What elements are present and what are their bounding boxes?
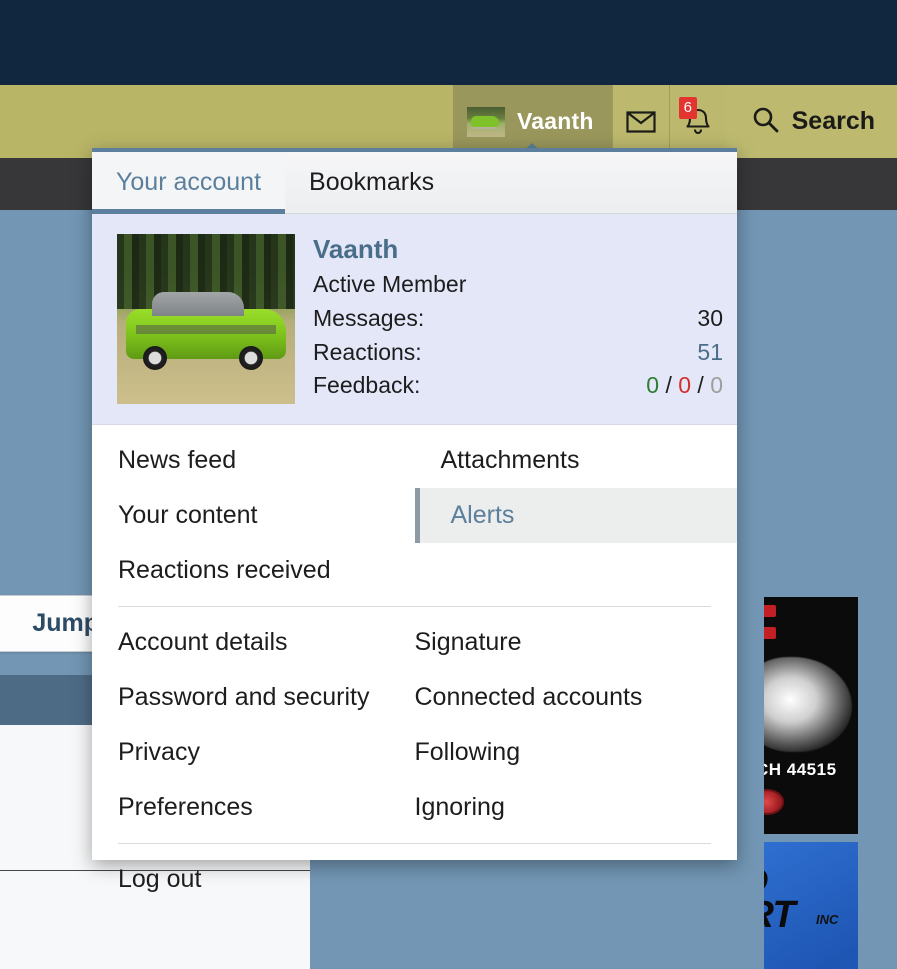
menu-item-attachments[interactable]: Attachments xyxy=(415,433,738,488)
tab-bookmarks[interactable]: Bookmarks xyxy=(285,152,458,213)
search-icon xyxy=(752,106,779,138)
menu-item-account-details[interactable]: Account details xyxy=(118,615,415,670)
ad-seal-icon xyxy=(764,789,784,815)
messages-value: 30 xyxy=(697,305,723,331)
user-avatar-car-thumbnail xyxy=(466,106,505,137)
avatar-car-wheel xyxy=(143,346,167,370)
profile-messages-row: Messages: 30 xyxy=(313,302,723,336)
feedback-negative: 0 xyxy=(678,372,692,399)
profile-feedback-row: Feedback: 0 / 0 / 0 xyxy=(313,369,723,403)
menu-item-empty xyxy=(415,852,712,907)
profile-user-title: Active Member xyxy=(313,271,467,297)
menu-item-connected-accounts[interactable]: Connected accounts xyxy=(415,670,712,725)
feedback-neutral: 0 xyxy=(710,372,723,399)
tab-your-account[interactable]: Your account xyxy=(92,152,286,214)
menu-item-alerts[interactable]: Alerts xyxy=(414,488,737,543)
top-dark-band xyxy=(0,0,897,85)
feedback-label: Feedback: xyxy=(313,372,421,399)
reactions-value: 51 xyxy=(697,338,723,365)
search-label: Search xyxy=(791,107,875,135)
menu-row: Log out xyxy=(118,852,711,907)
menu-tabbar: Your account Bookmarks xyxy=(92,152,737,214)
sidebar-ad-blue[interactable]: D ORT INC NG ARS xyxy=(764,842,858,969)
avatar-car-wheel xyxy=(239,346,263,370)
menu-item-privacy[interactable]: Privacy xyxy=(118,725,415,780)
profile-summary: Vaanth Active Member Messages: 30 Reacti… xyxy=(92,214,737,425)
menu-row: News feed Attachments xyxy=(92,433,737,488)
ad-chip xyxy=(764,605,776,617)
alerts-count-badge: 6 xyxy=(678,97,697,119)
menu-item-preferences[interactable]: Preferences xyxy=(118,780,415,835)
profile-username[interactable]: Vaanth xyxy=(313,234,723,265)
account-dropdown-menu: Your account Bookmarks Vaanth Active Mem… xyxy=(92,148,737,893)
messages-label: Messages: xyxy=(313,305,425,331)
sidebar-ad-dark[interactable]: CH 44515 xyxy=(764,597,858,834)
envelope-icon xyxy=(626,110,656,134)
ad-address-text: CH 44515 xyxy=(764,760,837,779)
feedback-values: 0 / 0 / 0 xyxy=(646,369,723,403)
menu-item-password-and-security[interactable]: Password and security xyxy=(118,670,415,725)
menu-item-reactions-received[interactable]: Reactions received xyxy=(92,543,415,598)
menu-group-settings: Account details Signature Password and s… xyxy=(118,606,711,843)
menu-item-signature[interactable]: Signature xyxy=(415,615,712,670)
menu-item-your-content[interactable]: Your content xyxy=(92,488,415,543)
menu-row: Preferences Ignoring xyxy=(118,780,711,835)
menu-item-log-out[interactable]: Log out xyxy=(118,852,415,907)
menu-group-session: Log out xyxy=(118,843,711,915)
ad-blue-inc: INC xyxy=(816,912,839,927)
profile-reactions-row: Reactions: 51 xyxy=(313,336,723,370)
menu-row: Account details Signature xyxy=(118,615,711,670)
ad-blue-line2: ORT xyxy=(764,894,796,936)
search-nav-button[interactable]: Search xyxy=(725,85,897,158)
ad-chip xyxy=(764,627,776,639)
browser-page: Vaanth 6 Search Jump CH 44515 T INC Your… xyxy=(0,0,897,969)
menu-row: Privacy Following xyxy=(118,725,711,780)
menu-item-following[interactable]: Following xyxy=(415,725,712,780)
menu-group-content: News feed Attachments Your content Alert… xyxy=(92,425,737,606)
feedback-positive: 0 xyxy=(646,372,660,399)
menu-item-empty xyxy=(415,543,738,598)
ad-engine-image xyxy=(764,657,852,752)
menu-link-groups: News feed Attachments Your content Alert… xyxy=(92,425,737,915)
user-avatar-car-large[interactable] xyxy=(117,234,295,404)
nav-username: Vaanth xyxy=(516,108,594,134)
menu-item-ignoring[interactable]: Ignoring xyxy=(415,780,712,835)
reactions-label: Reactions: xyxy=(313,338,422,365)
menu-row: Password and security Connected accounts xyxy=(118,670,711,725)
menu-row: Reactions received xyxy=(92,543,737,598)
feedback-separator: / xyxy=(697,372,704,399)
feedback-separator: / xyxy=(665,372,672,399)
menu-row: Your content Alerts xyxy=(92,488,737,543)
menu-item-news-feed[interactable]: News feed xyxy=(92,433,415,488)
